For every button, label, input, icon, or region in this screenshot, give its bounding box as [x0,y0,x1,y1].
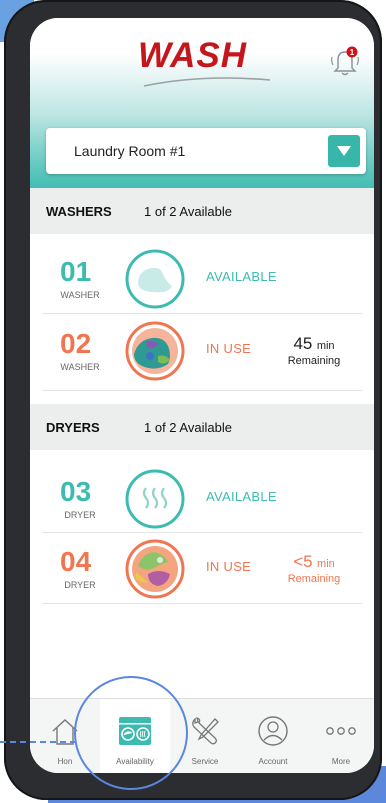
row-divider [42,532,362,533]
dryers-title: DRYERS [46,420,100,435]
notification-bell-icon[interactable]: 1 [328,44,362,78]
time-remaining: <5 min Remaining [274,552,354,585]
machine-type: DRYER [64,510,96,520]
highlight-dashed-line [0,741,76,743]
tab-label: More [331,757,351,766]
row-divider [42,603,362,604]
washers-title: WASHERS [46,204,112,219]
machine-status: IN USE [206,559,252,574]
washers-section-header: WASHERS 1 of 2 Available [30,188,374,234]
chevron-down-icon [337,146,351,156]
dropdown-button[interactable] [328,135,360,167]
highlight-circle [74,676,188,790]
stage: WASH 1 Laundry Room #1 WASHERS 1 of 2 Av… [0,0,386,803]
machine-status: AVAILABLE [206,269,277,284]
machine-row-03[interactable]: 03 DRYER AVAILABLE [30,464,374,536]
tab-account[interactable]: Account [240,699,306,773]
machine-type: WASHER [60,290,100,300]
machine-number: 01 [60,256,92,287]
time-unit: min [316,340,335,352]
machine-status: IN USE [206,341,252,356]
machine-type: DRYER [64,580,96,590]
time-remaining: 45 min Remaining [274,334,354,367]
logo-swoosh-icon [143,77,271,87]
machine-row-04[interactable]: 04 DRYER IN USE <5 min Remaining [30,534,374,606]
washer-available-icon [125,249,185,309]
more-dots-icon [326,727,356,735]
time-unit: min [317,558,335,570]
dryer-available-icon [125,469,185,529]
machine-row-01[interactable]: 01 WASHER AVAILABLE [30,244,374,316]
app-screen: WASH 1 Laundry Room #1 WASHERS 1 of 2 Av… [30,18,374,773]
machine-type: WASHER [60,362,100,372]
row-divider [42,313,362,314]
washers-count: 1 of 2 Available [144,204,232,219]
dryer-in-use-icon [125,539,185,599]
machine-status: AVAILABLE [206,489,277,504]
tab-label: Account [258,757,288,766]
wash-logo: WASH [138,36,247,75]
notification-badge: 1 [350,48,355,57]
washer-in-use-icon [125,321,185,381]
app-header: WASH 1 Laundry Room #1 [30,18,374,188]
wrench-screwdriver-icon [192,717,219,745]
time-value: 45 [293,334,313,353]
phone-frame: WASH 1 Laundry Room #1 WASHERS 1 of 2 Av… [4,0,382,800]
machine-number: 02 [60,328,92,359]
account-icon [258,716,288,746]
time-remaining-label: Remaining [287,573,341,585]
time-remaining-label: Remaining [287,355,341,367]
room-select-value: Laundry Room #1 [74,143,186,159]
machine-number: 03 [60,476,92,507]
room-select[interactable]: Laundry Room #1 [46,128,366,174]
dryers-section-header: DRYERS 1 of 2 Available [30,404,374,450]
machine-row-02[interactable]: 02 WASHER IN USE 45 min Remaining [30,316,374,388]
row-divider [42,390,362,391]
machine-number: 04 [60,546,92,577]
time-value: <5 [293,552,313,571]
tab-more[interactable]: More [308,699,374,773]
dryers-count: 1 of 2 Available [144,420,232,435]
